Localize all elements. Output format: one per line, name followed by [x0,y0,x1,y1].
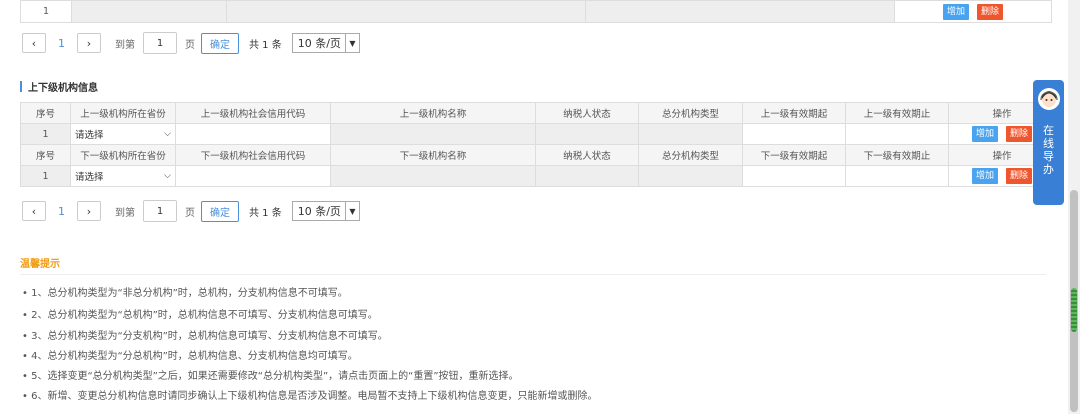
credit-code-input[interactable] [175,165,331,187]
col-header: 总分机构类型 [638,144,743,166]
next-page-button[interactable]: › [77,33,101,53]
delete-button[interactable]: 删除 [1006,168,1033,184]
divider [20,274,1046,275]
pagination: ‹ 1 › 到第 1 页 确定 共 1 条 10 条/页 ▼ [22,32,360,54]
chevron-down-icon: ▼ [344,202,359,220]
org-type-cell [638,165,743,187]
delete-button[interactable]: 删除 [977,3,1004,20]
goto-label: 到第 [115,207,135,219]
tip-item: • 3、总分机构类型为“分支机构”时，总机构信息可填写、分支机构信息不可填写。 [22,331,388,342]
tip-item: • 6、新增、变更总分机构信息时请同步确认上下级机构信息是否涉及调整。电局暂不支… [22,391,598,402]
upper-org-table: 序号 上一级机构所在省份 上一级机构社会信用代码 上一级机构名称 纳税人状态 总… [20,102,1056,187]
next-page-button[interactable]: › [77,201,101,221]
total-count: 共 1 条 [249,39,282,51]
valid-from-input[interactable] [742,123,846,145]
actions-cell: 增加 删除 [894,0,1052,23]
valid-to-input[interactable] [845,123,949,145]
taxpayer-status-cell [535,123,639,145]
page-unit: 页 [185,39,195,51]
chevron-left-icon: ‹ [31,36,37,50]
col-header: 下一级有效期起 [742,144,846,166]
guide-label-char: 办 [1043,163,1054,176]
chevron-right-icon: › [86,204,92,218]
credit-code-input[interactable] [175,123,331,145]
delete-button[interactable]: 删除 [1006,126,1033,142]
customer-service-icon [1037,88,1060,110]
chevron-down-icon: ⌵ [164,129,171,139]
province-select[interactable]: 请选择 ⌵ [70,165,176,187]
valid-to-input[interactable] [845,165,949,187]
col-header: 总分机构类型 [638,102,743,124]
chevron-down-icon: ▼ [344,34,359,52]
col-header: 序号 [20,102,71,124]
col-header: 下一级机构所在省份 [70,144,176,166]
total-count: 共 1 条 [249,207,282,219]
add-button[interactable]: 增加 [971,126,998,142]
prev-page-button[interactable]: ‹ [22,201,46,221]
page-input[interactable]: 1 [143,32,177,54]
confirm-button[interactable]: 确定 [201,200,239,222]
chevron-left-icon: ‹ [31,204,37,218]
prev-page-button[interactable]: ‹ [22,33,46,53]
col-header: 下一级机构名称 [330,144,536,166]
col-header: 上一级有效期止 [845,102,949,124]
pagination: ‹ 1 › 到第 1 页 确定 共 1 条 10 条/页 ▼ [22,200,360,222]
goto-label: 到第 [115,39,135,51]
guide-label-char: 在 [1043,124,1054,137]
page-unit: 页 [185,207,195,219]
chevron-down-icon: ⌵ [164,171,171,181]
current-page[interactable]: 1 [58,37,65,50]
col-header: 序号 [20,144,71,166]
page-size-select[interactable]: 10 条/页 ▼ [291,33,360,53]
add-button[interactable]: 增加 [971,168,998,184]
col-header: 上一级有效期起 [742,102,846,124]
guide-label-char: 线 [1043,137,1054,150]
org-name-cell [330,165,536,187]
chevron-right-icon: › [86,36,92,50]
tip-item: • 1、总分机构类型为“非总分机构”时，总机构，分支机构信息不可填写。 [22,288,348,299]
col-header: 纳税人状态 [535,102,639,124]
col-header: 下一级机构社会信用代码 [175,144,331,166]
org-type-cell [638,123,743,145]
top-table: 1 增加 删除 [20,0,1052,23]
confirm-button[interactable]: 确定 [201,32,239,54]
col-header: 纳税人状态 [535,144,639,166]
tips-title: 温馨提示 [20,259,60,270]
org-name-cell [330,123,536,145]
col-header: 下一级有效期止 [845,144,949,166]
province-select[interactable]: 请选择 ⌵ [70,123,176,145]
taxpayer-status-cell [535,165,639,187]
online-guide-button[interactable]: 在 线 导 办 [1033,80,1064,205]
guide-label-char: 导 [1043,150,1054,163]
tip-item: • 5、选择变更“总分机构类型”之后，如果还需要修改“总分机构类型”，请点击页面… [22,371,519,382]
add-button[interactable]: 增加 [942,3,969,20]
valid-from-input[interactable] [742,165,846,187]
row-index: 1 [20,123,71,145]
col-header: 上一级机构名称 [330,102,536,124]
scroll-indicator [1071,288,1077,332]
page-input[interactable]: 1 [143,200,177,222]
tip-item: • 2、总分机构类型为“总机构”时，总机构信息不可填写、分支机构信息可填写。 [22,310,378,321]
section-title: 上下级机构信息 [20,79,98,94]
current-page[interactable]: 1 [58,205,65,218]
page-size-select[interactable]: 10 条/页 ▼ [291,201,360,221]
row-index: 1 [20,0,72,23]
col-header: 上一级机构所在省份 [70,102,176,124]
col-header: 上一级机构社会信用代码 [175,102,331,124]
tip-item: • 4、总分机构类型为“分总机构”时，总机构信息、分支机构信息均可填写。 [22,351,358,362]
scrollbar[interactable] [1068,0,1080,414]
row-index: 1 [20,165,71,187]
